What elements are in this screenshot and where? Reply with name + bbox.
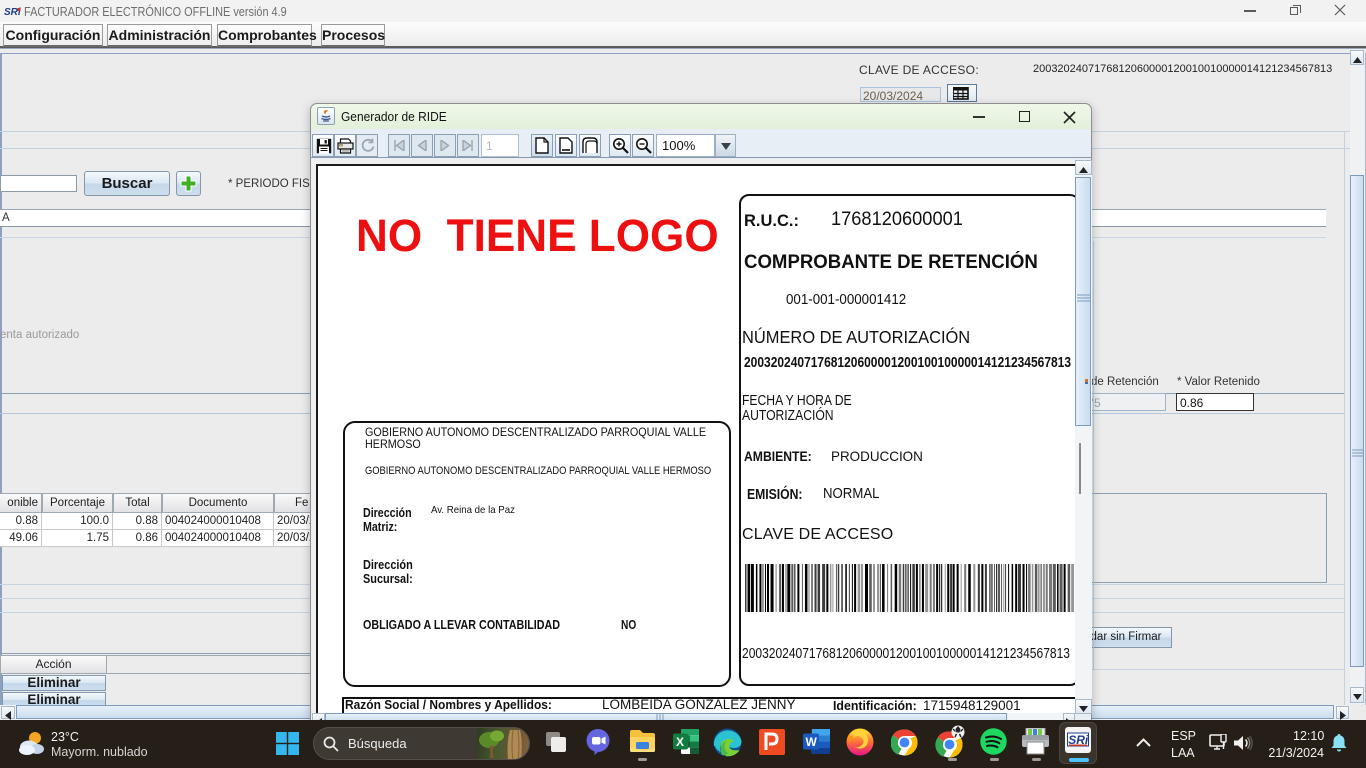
- svg-text:X: X: [676, 735, 684, 749]
- svg-text:W: W: [806, 735, 818, 749]
